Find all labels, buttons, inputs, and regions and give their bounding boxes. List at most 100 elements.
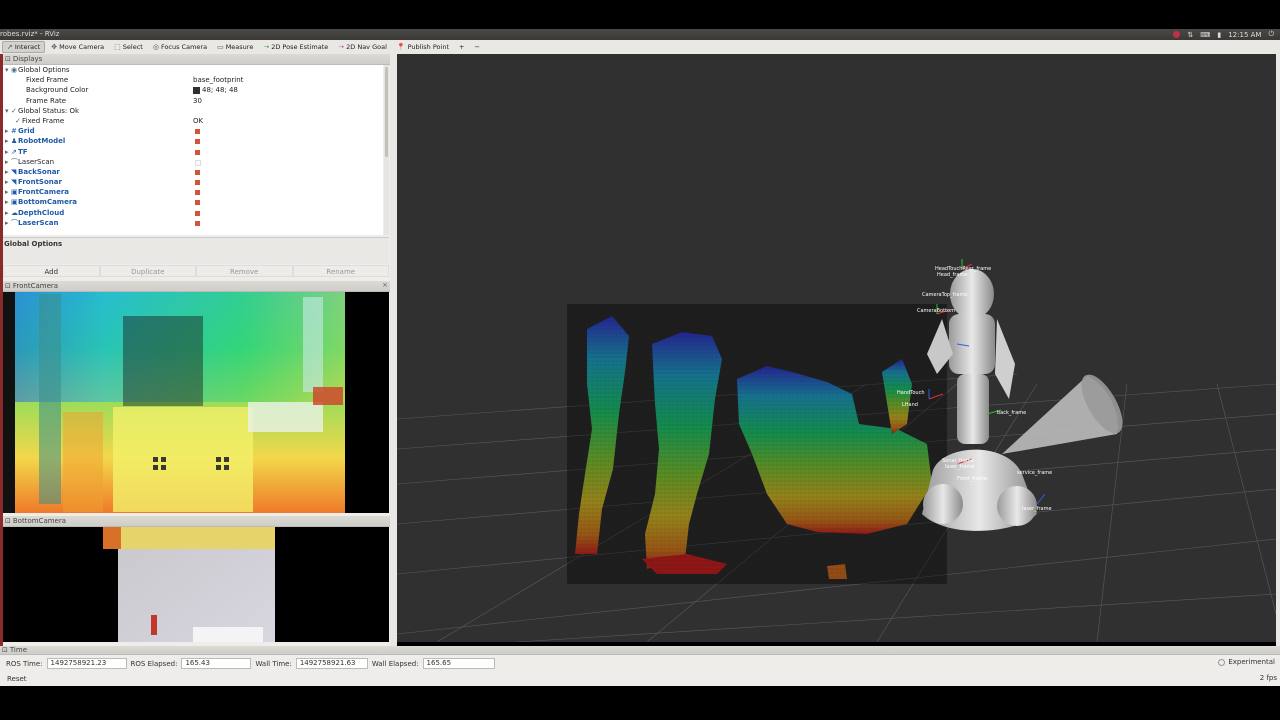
display-type-icon: ♟: [11, 137, 18, 146]
enable-checkbox[interactable]: [195, 210, 200, 216]
expand-arrow-icon[interactable]: ▾: [5, 65, 9, 75]
tree-row[interactable]: Background Color 48; 48; 48: [3, 85, 383, 95]
add-button[interactable]: Add: [3, 265, 100, 277]
clock[interactable]: 12:15 AM: [1228, 31, 1261, 39]
experimental-option[interactable]: Experimental: [1218, 658, 1275, 666]
property-value[interactable]: OK: [193, 116, 203, 126]
time-panel-title: Time: [9, 646, 28, 654]
tree-row[interactable]: ▸ ◥ FrontSonar: [3, 177, 383, 187]
tool-label: 2D Pose Estimate: [271, 43, 329, 51]
green-arrow-icon: ➝: [263, 43, 270, 51]
close-icon[interactable]: ×: [382, 281, 388, 289]
expand-arrow-icon[interactable]: ▸: [5, 187, 9, 197]
experimental-radio[interactable]: [1218, 658, 1226, 666]
tf-frame-label: Front_frame: [957, 476, 987, 482]
front-camera-header: ⊡ FrontCamera ×: [3, 281, 391, 292]
add-tool-button[interactable]: +: [455, 42, 468, 52]
keyboard-icon[interactable]: ⌨: [1200, 31, 1210, 39]
property-value[interactable]: 30: [193, 96, 202, 106]
enable-checkbox[interactable]: [195, 149, 200, 155]
remove-button[interactable]: Remove: [196, 265, 293, 277]
ros-time-label: ROS Time:: [6, 659, 43, 668]
record-icon[interactable]: [1173, 31, 1181, 38]
tree-row[interactable]: ▸ ♟ RobotModel: [3, 136, 383, 146]
rename-button[interactable]: Rename: [292, 265, 389, 277]
enable-checkbox[interactable]: [195, 200, 200, 206]
remove-tool-button[interactable]: −: [470, 42, 483, 52]
displays-tree[interactable]: ▾ ◉ Global Options Fixed Frame base_footprin…: [3, 65, 383, 235]
panel-icon: ⊡: [2, 646, 8, 654]
battery-icon[interactable]: ▮: [1217, 31, 1221, 39]
property-value[interactable]: 48; 48; 48: [193, 85, 238, 95]
expand-arrow-icon[interactable]: ▸: [5, 126, 9, 136]
tool-2d-nav-goal[interactable]: ➝ 2D Nav Goal: [334, 42, 391, 52]
reset-button[interactable]: Reset: [7, 675, 27, 683]
enable-checkbox[interactable]: [195, 220, 200, 226]
tree-row[interactable]: ▸ # Grid: [3, 126, 383, 136]
color-swatch[interactable]: [193, 86, 200, 94]
render-scene: [397, 259, 1276, 642]
enable-checkbox[interactable]: [195, 169, 200, 175]
tool-label: Interact: [14, 43, 41, 51]
ros-elapsed-field[interactable]: 165.43: [181, 658, 252, 669]
fps-readout: 2 fps: [1259, 674, 1277, 682]
sort-icon[interactable]: ⇅: [1187, 31, 1193, 39]
tree-row[interactable]: ✓ Fixed Frame OK: [3, 116, 383, 126]
display-type-icon: ⇗: [11, 147, 17, 156]
bottom-camera-image: [3, 527, 389, 642]
expand-arrow-icon[interactable]: ▸: [5, 218, 9, 228]
wall-elapsed-field[interactable]: 165.65: [422, 658, 495, 669]
tool-label: 2D Nav Goal: [346, 43, 387, 51]
tree-row[interactable]: Frame Rate 30: [3, 96, 383, 106]
property-value[interactable]: base_footprint: [193, 75, 243, 85]
tree-row[interactable]: ▸ ▣ FrontCamera: [3, 187, 383, 197]
tree-row[interactable]: ▾ ◉ Global Options: [3, 65, 383, 75]
expand-arrow-icon[interactable]: ▸: [5, 177, 9, 187]
tree-row[interactable]: ▸ ◥ BackSonar: [3, 167, 383, 177]
experimental-label: Experimental: [1228, 658, 1275, 666]
enable-checkbox[interactable]: [195, 190, 200, 196]
duplicate-button[interactable]: Duplicate: [99, 265, 196, 277]
tree-row[interactable]: ▸ ⌒ LaserScan: [3, 218, 383, 228]
wall-time-label: Wall Time:: [255, 659, 292, 668]
tool-focus-camera[interactable]: ◎ Focus Camera: [149, 42, 211, 52]
enable-checkbox[interactable]: [195, 180, 200, 186]
expand-arrow-icon[interactable]: ▸: [5, 136, 9, 146]
scrollbar-thumb[interactable]: [385, 67, 388, 157]
expand-arrow-icon[interactable]: ▸: [5, 147, 9, 157]
ros-time-field[interactable]: 1492758921.23: [46, 658, 127, 669]
tree-row-label: TF: [18, 147, 28, 156]
tree-row[interactable]: ▸ ⌒ LaserScan: [3, 157, 383, 167]
front-camera-image: [3, 292, 389, 513]
tf-frame-label: laser_frame: [945, 464, 975, 470]
tree-row[interactable]: ▸ ▣ BottomCamera: [3, 197, 383, 207]
tool-measure[interactable]: ▭ Measure: [213, 42, 257, 52]
enable-checkbox[interactable]: [195, 129, 200, 135]
enable-checkbox[interactable]: [195, 139, 200, 145]
displays-scrollbar[interactable]: [384, 65, 389, 235]
tool-interact[interactable]: ➚ Interact: [2, 41, 46, 53]
power-icon[interactable]: ⏻: [1268, 30, 1274, 39]
expand-arrow-icon[interactable]: ▾: [5, 106, 9, 116]
3d-viewport[interactable]: HeadTouchRear_frame Head_frame CameraTop_f…: [397, 54, 1276, 642]
tree-row-label: Fixed Frame: [22, 116, 65, 125]
expand-arrow-icon[interactable]: ▸: [5, 167, 9, 177]
tool-move-camera[interactable]: ✥ Move Camera: [47, 42, 108, 52]
tree-row[interactable]: ▸ ⇗ TF: [3, 147, 383, 157]
expand-arrow-icon[interactable]: ▸: [5, 197, 9, 207]
enable-checkbox[interactable]: [195, 159, 201, 166]
expand-arrow-icon[interactable]: ▸: [5, 208, 9, 218]
display-type-icon: ☁: [11, 208, 18, 217]
wall-time-field[interactable]: 1492758921.63: [295, 658, 368, 669]
panel-icon: ⊡: [5, 517, 11, 525]
tree-row[interactable]: ▾ ✓ Global Status: Ok: [3, 106, 383, 116]
tool-publish-point[interactable]: 📍 Publish Point: [393, 42, 453, 52]
tool-select[interactable]: ⬚ Select: [110, 42, 147, 52]
dock-splitter[interactable]: [390, 54, 397, 646]
window-title: robes.rviz* - RViz: [0, 30, 60, 38]
tree-row[interactable]: Fixed Frame base_footprint: [3, 75, 383, 85]
tool-2d-pose-estimate[interactable]: ➝ 2D Pose Estimate: [259, 42, 332, 52]
expand-arrow-icon[interactable]: ▸: [5, 157, 9, 167]
tree-row[interactable]: ▸ ☁ DepthCloud: [3, 208, 383, 218]
tf-frame-label: CameraTop_frame: [922, 292, 968, 298]
